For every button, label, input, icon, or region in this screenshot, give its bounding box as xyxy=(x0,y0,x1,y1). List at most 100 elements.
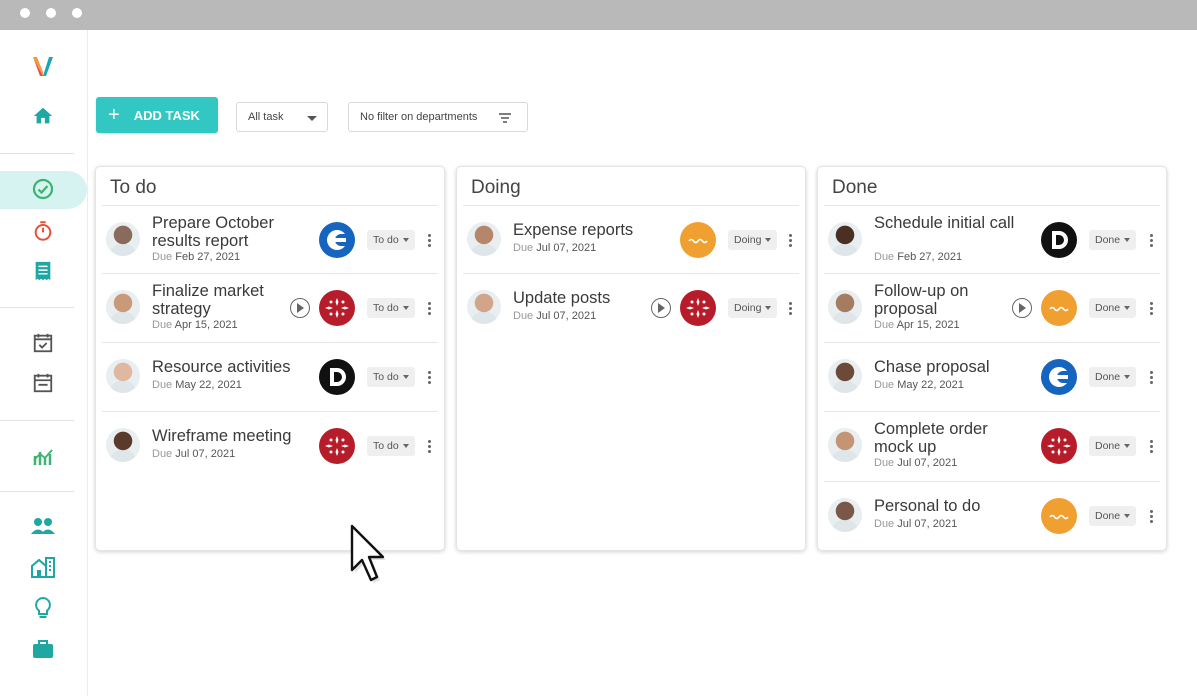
task-card[interactable]: Finalize market strategy Due Apr 15, 2021… xyxy=(102,273,438,341)
board-column: Doing Expense reports Due Jul 07, 2021 Doin… xyxy=(456,166,806,551)
task-due: Due Jul 07, 2021 xyxy=(513,242,597,254)
check-circle-icon[interactable] xyxy=(30,176,56,202)
add-task-button[interactable]: + ADD TASK xyxy=(96,97,218,133)
column-title: To do xyxy=(110,177,157,198)
status-dropdown[interactable]: Done xyxy=(1089,367,1137,387)
users-icon[interactable] xyxy=(30,513,56,539)
task-card[interactable]: Chase proposal Due May 22, 2021 Done xyxy=(824,342,1160,410)
department-logo-icon xyxy=(1041,428,1077,464)
home-icon[interactable] xyxy=(30,103,56,129)
department-logo-icon xyxy=(319,428,355,464)
play-timer-icon[interactable] xyxy=(1012,298,1032,318)
task-card[interactable]: Follow-up on proposal Due Apr 15, 2021 Don… xyxy=(824,273,1160,341)
sidebar-divider xyxy=(0,491,74,492)
caret-down-icon xyxy=(402,306,409,310)
status-dropdown[interactable]: Done xyxy=(1089,298,1137,318)
task-card[interactable]: Complete order mock up Due Jul 07, 2021 Do… xyxy=(824,411,1160,479)
status-dropdown[interactable]: Done xyxy=(1089,436,1137,456)
play-timer-icon[interactable] xyxy=(651,298,671,318)
app-logo[interactable] xyxy=(30,54,56,80)
status-dropdown[interactable]: Doing xyxy=(728,230,778,250)
more-options-icon[interactable] xyxy=(1150,440,1154,454)
board-column: To do Prepare October results report Due F… xyxy=(95,166,445,551)
more-options-icon[interactable] xyxy=(1150,371,1154,385)
sidebar-divider xyxy=(0,420,74,421)
briefcase-icon[interactable] xyxy=(30,636,56,662)
filter-icon xyxy=(499,113,511,123)
task-card[interactable]: Wireframe meeting Due Jul 07, 2021 To do xyxy=(102,411,438,479)
task-title[interactable]: Schedule initial call xyxy=(874,214,1024,232)
task-due: Due Feb 27, 2021 xyxy=(874,251,963,263)
task-due: Due Feb 27, 2021 xyxy=(152,251,241,263)
task-title[interactable]: Wireframe meeting xyxy=(152,427,302,445)
task-title[interactable]: Prepare October results report xyxy=(152,214,302,250)
task-title[interactable]: Follow-up on proposal xyxy=(874,282,1024,318)
department-filter-value: No filter on departments xyxy=(360,111,478,123)
more-options-icon[interactable] xyxy=(789,234,793,248)
task-card[interactable]: Personal to do Due Jul 07, 2021 Done xyxy=(824,481,1160,549)
task-card[interactable]: Update posts Due Jul 07, 2021 Doing xyxy=(463,273,799,341)
department-logo-icon xyxy=(1041,498,1077,534)
play-timer-icon[interactable] xyxy=(290,298,310,318)
status-dropdown[interactable]: Doing xyxy=(728,298,778,318)
department-logo-icon xyxy=(680,290,716,326)
task-filter-select[interactable]: All task xyxy=(236,102,328,132)
task-filter-value: All task xyxy=(248,111,284,123)
task-due: Due May 22, 2021 xyxy=(874,379,964,391)
timer-icon[interactable] xyxy=(30,218,56,244)
more-options-icon[interactable] xyxy=(1150,234,1154,248)
mouse-cursor-icon xyxy=(350,524,386,583)
task-card[interactable]: Schedule initial call Due Feb 27, 2021 Don… xyxy=(824,205,1160,273)
lightbulb-icon[interactable] xyxy=(30,595,56,621)
more-options-icon[interactable] xyxy=(1150,510,1154,524)
more-options-icon[interactable] xyxy=(1150,302,1154,316)
task-title[interactable]: Update posts xyxy=(513,289,663,307)
department-filter-select[interactable]: No filter on departments xyxy=(348,102,528,132)
calendar-check-icon[interactable] xyxy=(30,330,56,356)
buildings-icon[interactable] xyxy=(30,554,56,580)
status-dropdown[interactable]: To do xyxy=(367,230,415,250)
caret-down-icon xyxy=(765,306,772,310)
task-card[interactable]: Prepare October results report Due Feb 27… xyxy=(102,205,438,273)
calendar-icon[interactable] xyxy=(30,370,56,396)
caret-down-icon xyxy=(1124,444,1131,448)
task-due: Due Jul 07, 2021 xyxy=(152,448,236,460)
task-title[interactable]: Expense reports xyxy=(513,221,663,239)
more-options-icon[interactable] xyxy=(428,371,432,385)
status-dropdown[interactable]: To do xyxy=(367,436,415,456)
task-due: Due Jul 07, 2021 xyxy=(874,457,958,469)
window-dot-close[interactable] xyxy=(20,8,30,18)
task-title[interactable]: Complete order mock up xyxy=(874,420,1024,456)
department-logo-icon xyxy=(1041,359,1077,395)
avatar xyxy=(106,222,140,256)
avatar xyxy=(828,290,862,324)
more-options-icon[interactable] xyxy=(428,302,432,316)
status-dropdown[interactable]: To do xyxy=(367,367,415,387)
caret-down-icon xyxy=(1124,514,1131,518)
more-options-icon[interactable] xyxy=(428,234,432,248)
task-title[interactable]: Finalize market strategy xyxy=(152,282,302,318)
window-dot-minimize[interactable] xyxy=(46,8,56,18)
more-options-icon[interactable] xyxy=(428,440,432,454)
task-title[interactable]: Resource activities xyxy=(152,358,302,376)
avatar xyxy=(828,222,862,256)
dropdown-caret-icon xyxy=(307,116,317,121)
task-title[interactable]: Personal to do xyxy=(874,497,1024,515)
status-dropdown[interactable]: Done xyxy=(1089,230,1137,250)
status-dropdown[interactable]: Done xyxy=(1089,506,1137,526)
chart-icon[interactable] xyxy=(30,443,56,469)
window-dot-maximize[interactable] xyxy=(72,8,82,18)
status-dropdown[interactable]: To do xyxy=(367,298,415,318)
task-title[interactable]: Chase proposal xyxy=(874,358,1024,376)
caret-down-icon xyxy=(1124,375,1131,379)
caret-down-icon xyxy=(402,375,409,379)
task-card[interactable]: Resource activities Due May 22, 2021 To do xyxy=(102,342,438,410)
department-logo-icon xyxy=(680,222,716,258)
task-card[interactable]: Expense reports Due Jul 07, 2021 Doing xyxy=(463,205,799,273)
column-title: Done xyxy=(832,177,878,198)
department-logo-icon xyxy=(1041,222,1077,258)
more-options-icon[interactable] xyxy=(789,302,793,316)
task-due: Due Apr 15, 2021 xyxy=(874,319,960,331)
column-title: Doing xyxy=(471,177,521,198)
receipt-icon[interactable] xyxy=(30,258,56,284)
